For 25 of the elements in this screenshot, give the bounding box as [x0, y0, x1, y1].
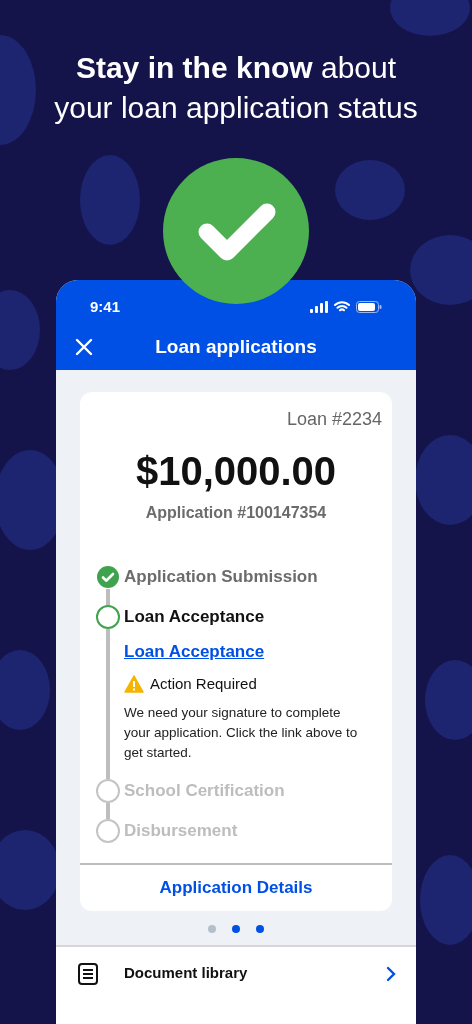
document-icon — [76, 961, 100, 986]
signal-icon — [310, 301, 328, 314]
battery-icon — [356, 301, 382, 314]
check-badge-icon — [163, 158, 309, 304]
headline: Stay in the know about your loan application status — [53, 50, 419, 126]
loan-acceptance-link[interactable]: Loan Acceptance — [124, 639, 376, 665]
application-details-link[interactable]: Application Details — [159, 875, 313, 901]
loan-number: Loan #2234 — [286, 408, 382, 431]
alert-message: We need your signature to complete your application. Click the link above to get started. — [124, 704, 359, 762]
loan-amount: $10,000.00 — [135, 448, 337, 495]
menu-item-label: Document library — [124, 963, 249, 984]
step-title: School Certification — [124, 780, 286, 802]
warning-icon — [124, 674, 144, 693]
close-icon — [75, 337, 93, 356]
step-title: Loan Acceptance — [124, 606, 266, 628]
step-title: Application Submission — [124, 566, 319, 588]
application-number: Application #100147354 — [145, 503, 327, 523]
background-blob — [410, 235, 472, 305]
background-blob — [335, 160, 405, 220]
screen-title: Loan applications — [154, 334, 318, 359]
wifi-icon — [334, 301, 350, 314]
status-time: 9:41 — [90, 297, 121, 317]
step-title: Disbursement — [124, 820, 239, 842]
alert-text: Action Required — [150, 673, 257, 694]
chevron-right-icon — [386, 965, 396, 982]
